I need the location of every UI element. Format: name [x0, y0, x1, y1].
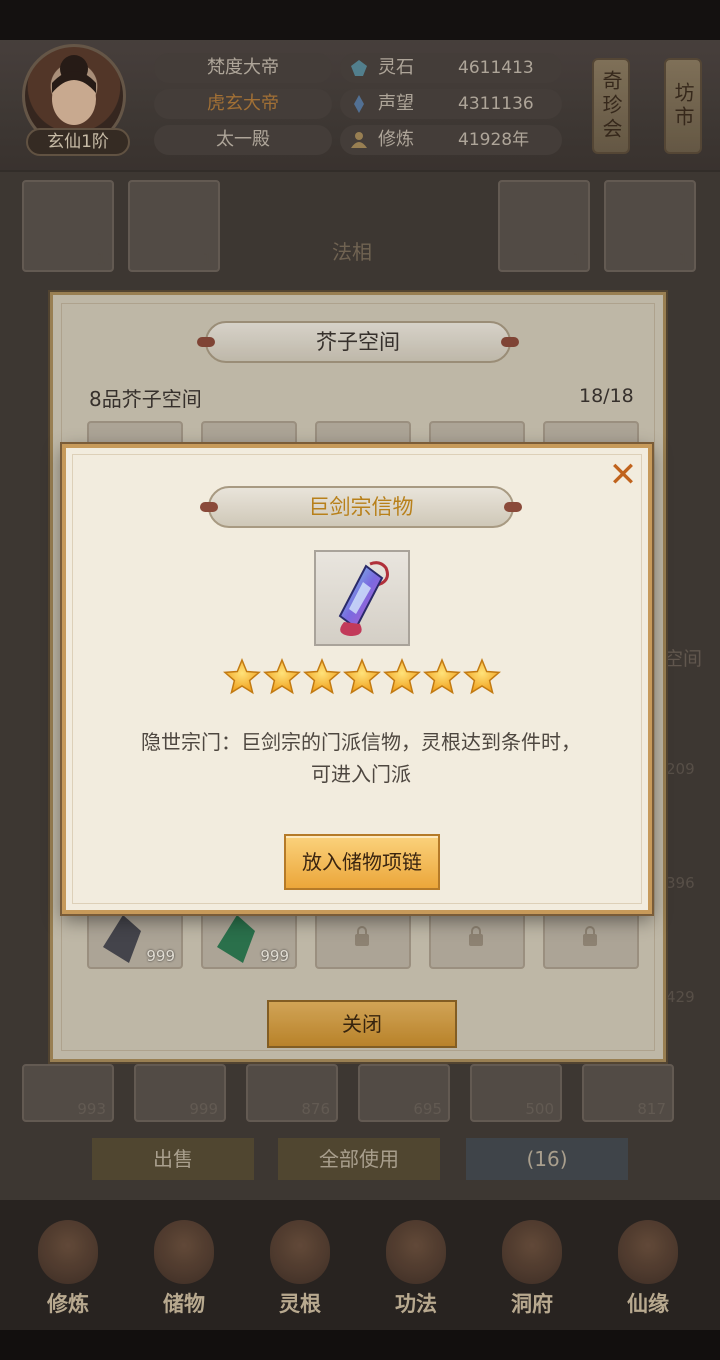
description-line: 隐世宗门：巨剑宗的门派信物，灵根达到条件时， [141, 730, 581, 754]
title-pin [200, 502, 218, 512]
item-detail-dialog: ✕ 巨剑宗信物 隐世宗门：巨剑宗的门派信物，灵根达到条件时， 可进入门派 放入储… [62, 444, 652, 914]
game-screen: 玄仙1阶 梵度大帝 虎玄大帝 太一殿 灵石 4611413 声望 4311136… [0, 0, 720, 1360]
description-line: 可进入门派 [311, 762, 411, 786]
title-pin [504, 502, 522, 512]
put-into-necklace-button[interactable]: 放入储物项链 [284, 834, 440, 890]
stars-group [223, 658, 501, 695]
star-rating [223, 658, 501, 695]
star-icon [223, 658, 261, 695]
item-description: 隐世宗门：巨剑宗的门派信物，灵根达到条件时， 可进入门派 [86, 726, 636, 790]
item-title: 巨剑宗信物 [308, 495, 414, 519]
star-icon [343, 658, 381, 695]
close-icon[interactable]: ✕ [606, 458, 640, 494]
star-icon [263, 658, 301, 695]
star-icon [423, 658, 461, 695]
sect-token-icon [338, 561, 389, 636]
star-icon [303, 658, 341, 695]
item-title-plate: 巨剑宗信物 [200, 486, 522, 528]
star-icon [383, 658, 421, 695]
star-icon [463, 658, 501, 695]
item-icon-frame [314, 550, 410, 646]
